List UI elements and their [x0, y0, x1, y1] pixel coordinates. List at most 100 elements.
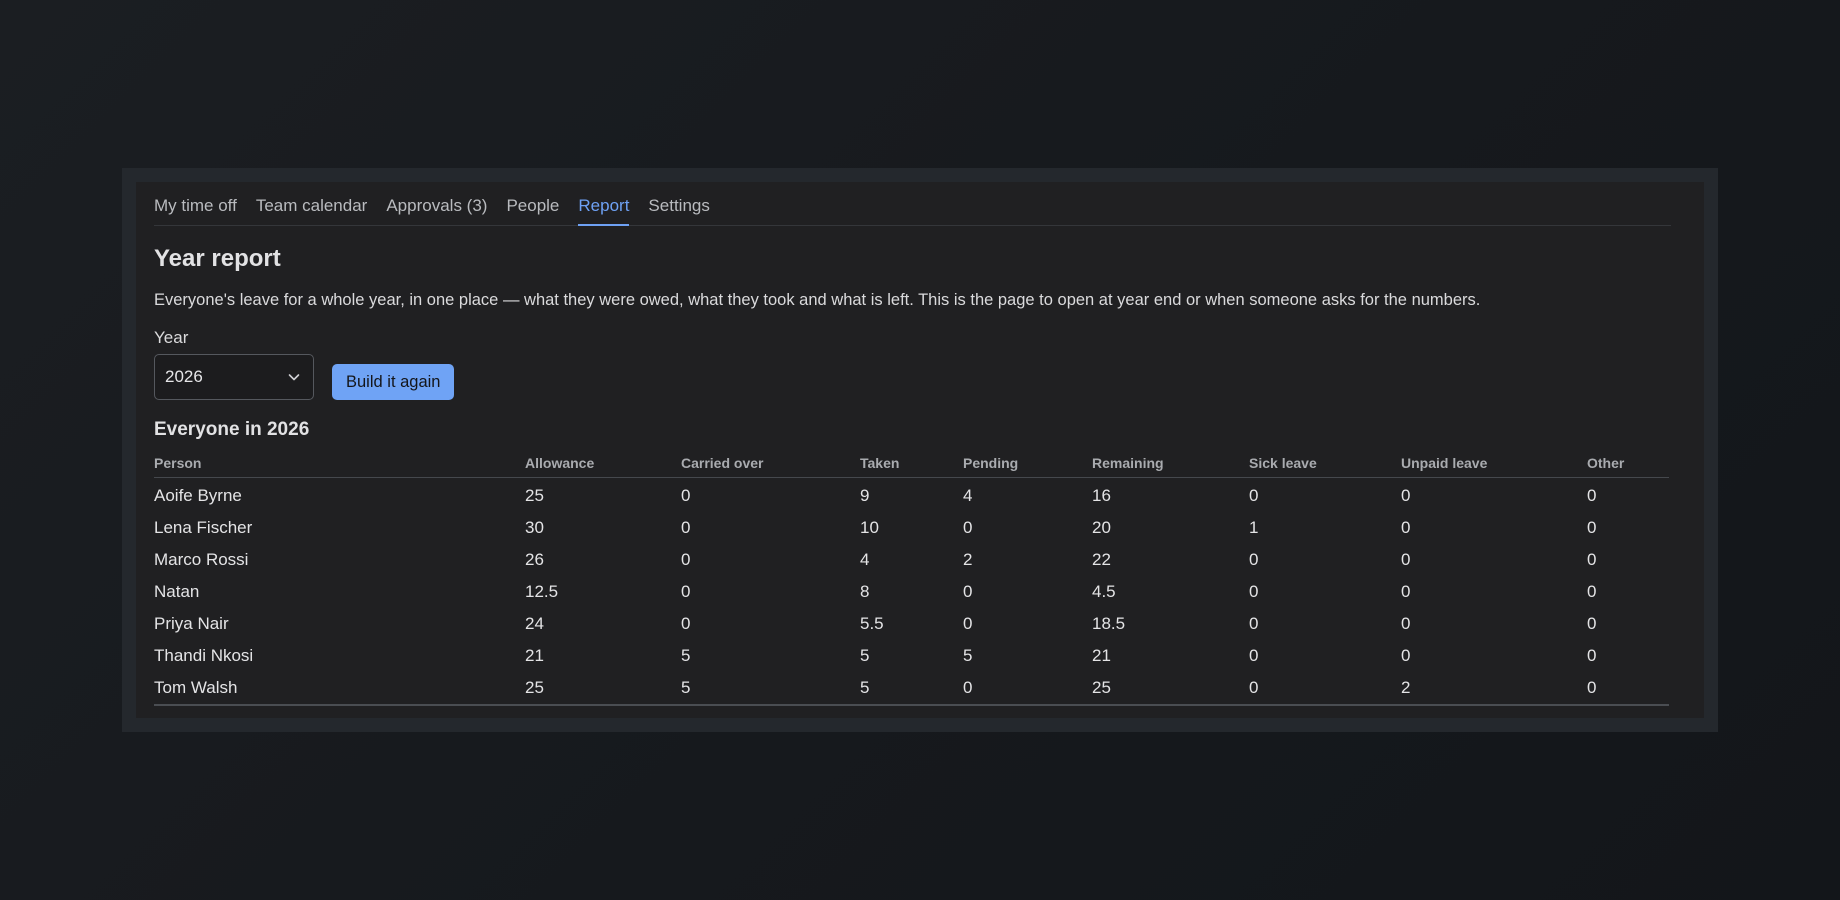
- person-name-cell: Priya Nair: [154, 614, 229, 633]
- taken-cell: 5: [860, 672, 963, 706]
- tab-approvals[interactable]: Approvals (3): [386, 196, 487, 226]
- other-cell: 0: [1587, 582, 1597, 601]
- main-panel: My time off Team calendar Approvals (3) …: [136, 182, 1704, 718]
- carried-over-cell: 0: [681, 518, 691, 537]
- sick-leave-cell: 0: [1249, 582, 1259, 601]
- page-title: Year report: [154, 245, 281, 272]
- tab-report[interactable]: Report: [578, 196, 630, 226]
- pending-cell: 4: [963, 486, 973, 505]
- unpaid-leave-cell: 0: [1401, 486, 1411, 505]
- carried-over-cell: 5: [681, 646, 691, 665]
- table-row: Lena Fischer 30 0 10 0 20 1 0 0: [154, 512, 1669, 544]
- carried-over-cell: 0: [681, 614, 691, 633]
- carried-over-cell: 0: [681, 486, 691, 505]
- taken-cell: 4: [860, 550, 870, 569]
- allowance-cell: 25: [525, 672, 681, 706]
- sick-leave-cell: 0: [1249, 614, 1259, 633]
- sick-leave-cell: 0: [1249, 550, 1259, 569]
- table-row: Marco Rossi 26 0 4 2 22 0 0 0: [154, 544, 1669, 576]
- year-select-value: 2026: [165, 367, 203, 386]
- build-again-button[interactable]: Build it again: [332, 364, 455, 400]
- report-table-body: Aoife Byrne 25 0 9 4 16 0 0 0 Lena Fischer 30 0 10 0 2…: [154, 478, 1669, 706]
- year-label: Year: [154, 328, 189, 347]
- sick-leave-cell: 1: [1249, 518, 1259, 537]
- pending-cell: 0: [963, 614, 973, 633]
- taken-cell: 9: [860, 486, 870, 505]
- other-cell: 0: [1587, 672, 1669, 706]
- year-select[interactable]: 2026: [154, 354, 314, 400]
- table-row: Thandi Nkosi 21 5 5 5 21 0 0 0: [154, 640, 1669, 672]
- other-cell: 0: [1587, 614, 1597, 633]
- column-header[interactable]: Allowance: [525, 455, 681, 478]
- unpaid-leave-cell: 0: [1401, 518, 1411, 537]
- year-field: Year 2026: [154, 328, 314, 400]
- column-header[interactable]: Other: [1587, 455, 1669, 478]
- person-name-cell: Marco Rossi: [154, 550, 249, 569]
- allowance-cell: 26: [525, 550, 544, 569]
- taken-cell: 5: [860, 646, 870, 665]
- pending-cell: 5: [963, 646, 973, 665]
- report-controls: Year 2026 Build it again: [154, 328, 1672, 400]
- carried-over-cell: 0: [681, 582, 691, 601]
- allowance-cell: 25: [525, 486, 544, 505]
- tab-people[interactable]: People: [506, 196, 559, 226]
- other-cell: 0: [1587, 518, 1597, 537]
- person-name-cell: Lena Fischer: [154, 518, 253, 537]
- column-header[interactable]: Sick leave: [1249, 455, 1401, 478]
- tab-my-time-off[interactable]: My time off: [154, 196, 237, 226]
- table-row: Tom Walsh 25 5 5 0 25 0 2 0: [154, 672, 1669, 706]
- pending-cell: 0: [963, 672, 1092, 706]
- unpaid-leave-cell: 0: [1401, 646, 1411, 665]
- taken-cell: 8: [860, 582, 870, 601]
- remaining-cell: 21: [1092, 646, 1111, 665]
- unpaid-leave-cell: 2: [1401, 672, 1587, 706]
- table-row: Natan 12.5 0 8 0 4.5 0 0 0: [154, 576, 1669, 608]
- unpaid-leave-cell: 0: [1401, 550, 1411, 569]
- app-frame: My time off Team calendar Approvals (3) …: [122, 168, 1718, 732]
- tab-bar: My time off Team calendar Approvals (3) …: [154, 182, 1671, 226]
- column-header[interactable]: Pending: [963, 455, 1092, 478]
- tab-team-calendar[interactable]: Team calendar: [256, 196, 368, 226]
- allowance-cell: 24: [525, 614, 544, 633]
- pending-cell: 0: [963, 518, 973, 537]
- unpaid-leave-cell: 0: [1401, 582, 1411, 601]
- table-row: Aoife Byrne 25 0 9 4 16 0 0 0: [154, 478, 1669, 513]
- other-cell: 0: [1587, 550, 1597, 569]
- remaining-cell: 25: [1092, 672, 1249, 706]
- remaining-cell: 18.5: [1092, 614, 1126, 633]
- person-name-cell: Natan: [154, 582, 200, 601]
- remaining-cell: 20: [1092, 518, 1111, 537]
- table-header-row: Person Allowance Carried over Taken Pend…: [154, 455, 1669, 478]
- sick-leave-cell: 0: [1249, 486, 1259, 505]
- remaining-cell: 4.5: [1092, 582, 1116, 601]
- year-report-table: Person Allowance Carried over Taken Pend…: [154, 455, 1669, 706]
- other-cell: 0: [1587, 646, 1597, 665]
- carried-over-cell: 5: [681, 672, 860, 706]
- table-row: Priya Nair 24 0 5.5 0 18.5 0 0 0: [154, 608, 1669, 640]
- allowance-cell: 12.5: [525, 582, 559, 601]
- carried-over-cell: 0: [681, 550, 691, 569]
- other-cell: 0: [1587, 486, 1597, 505]
- column-header[interactable]: Carried over: [681, 455, 860, 478]
- remaining-cell: 22: [1092, 550, 1111, 569]
- allowance-cell: 30: [525, 518, 544, 537]
- person-name-cell: Aoife Byrne: [154, 486, 242, 505]
- column-header[interactable]: Taken: [860, 455, 963, 478]
- tab-settings[interactable]: Settings: [648, 196, 709, 226]
- unpaid-leave-cell: 0: [1401, 614, 1411, 633]
- report-section-title: Everyone in 2026: [154, 419, 310, 440]
- remaining-cell: 16: [1092, 486, 1111, 505]
- column-header[interactable]: Remaining: [1092, 455, 1249, 478]
- column-header[interactable]: Person: [154, 455, 525, 478]
- taken-cell: 5.5: [860, 614, 884, 633]
- pending-cell: 0: [963, 582, 973, 601]
- allowance-cell: 21: [525, 646, 544, 665]
- taken-cell: 10: [860, 518, 879, 537]
- column-header[interactable]: Unpaid leave: [1401, 455, 1587, 478]
- pending-cell: 2: [963, 550, 973, 569]
- page-intro: Everyone's leave for a whole year, in on…: [154, 291, 1481, 309]
- chevron-down-icon: [287, 370, 301, 384]
- person-name-cell: Thandi Nkosi: [154, 646, 254, 665]
- person-name-cell: Tom Walsh: [154, 672, 525, 706]
- sick-leave-cell: 0: [1249, 646, 1259, 665]
